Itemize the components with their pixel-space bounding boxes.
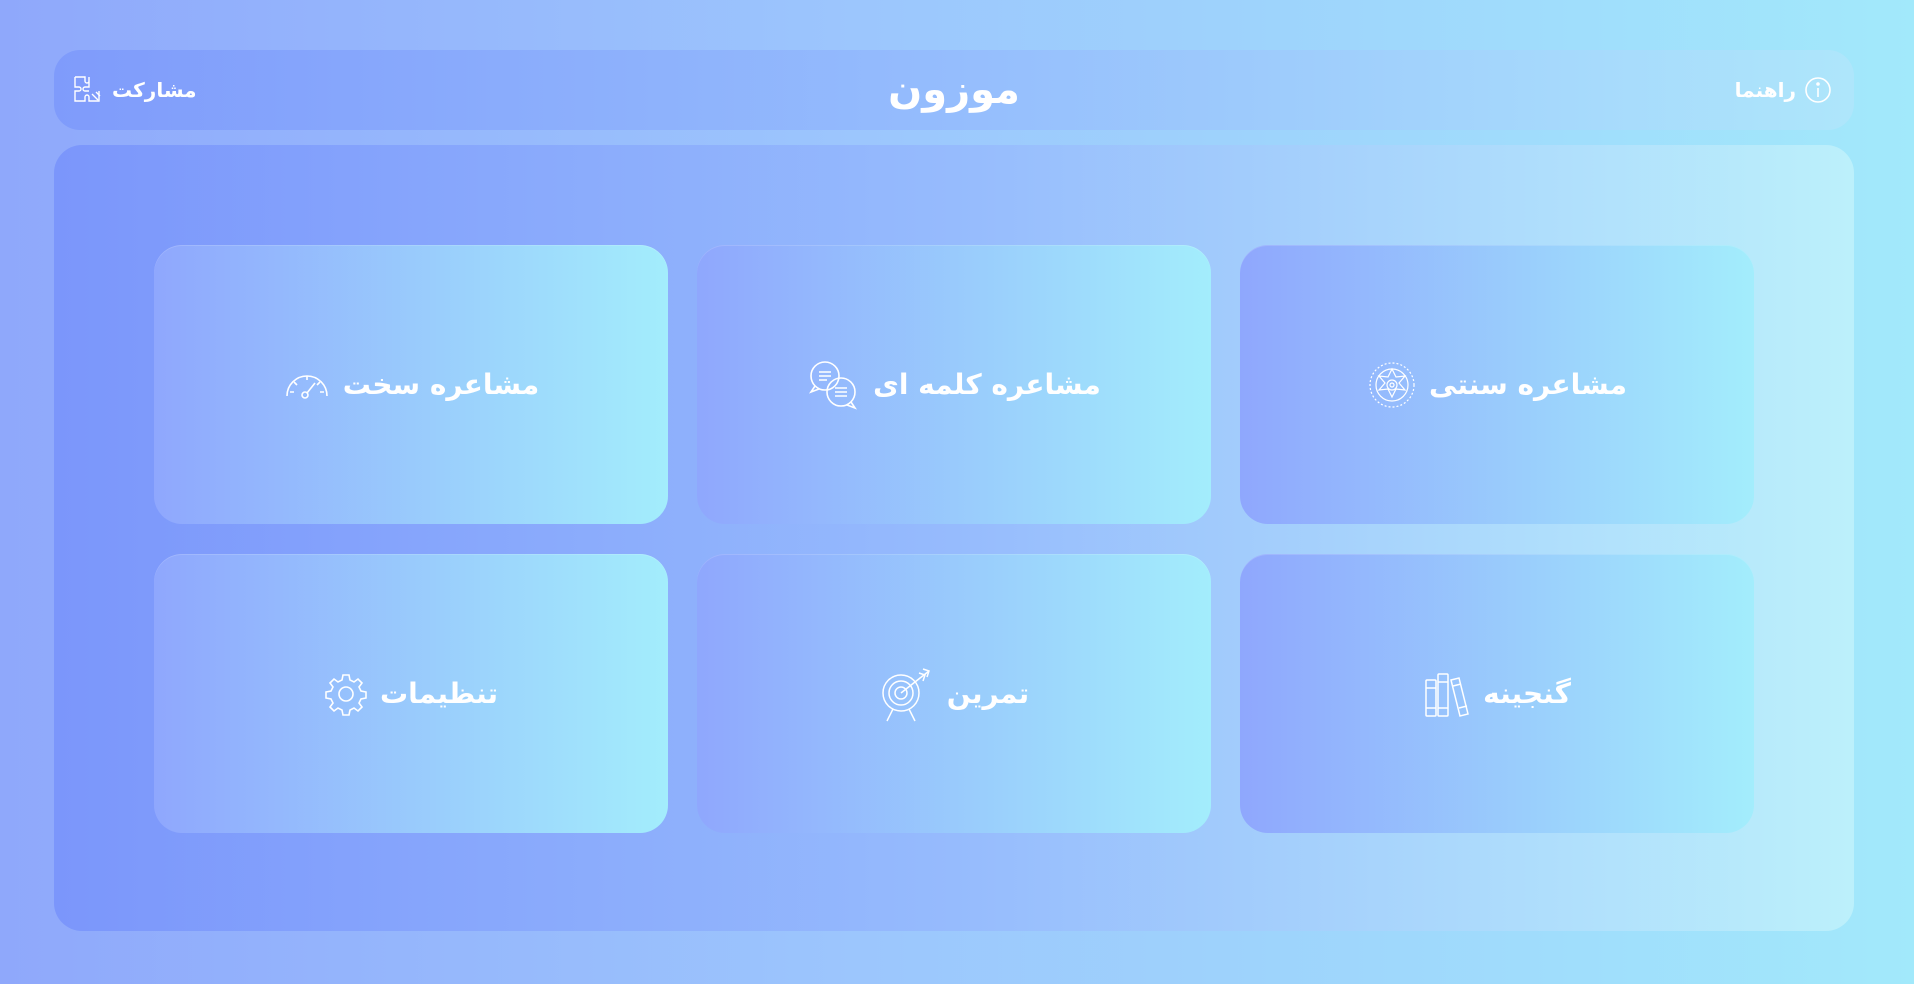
app-header: مشارکت موزون راهنما bbox=[54, 50, 1854, 130]
card-label: گنجینه bbox=[1483, 677, 1571, 710]
main-panel: مشاعره سخت مشاعره کلمه ای مشاعره سنتی تن… bbox=[54, 145, 1854, 931]
info-icon bbox=[1804, 76, 1832, 104]
help-label: راهنما bbox=[1734, 78, 1796, 102]
card-treasury[interactable]: گنجینه bbox=[1240, 554, 1754, 833]
card-word-mushaere[interactable]: مشاعره کلمه ای bbox=[697, 245, 1211, 524]
card-label: تنظیمات bbox=[379, 677, 499, 710]
card-hard-mushaere[interactable]: مشاعره سخت bbox=[154, 245, 668, 524]
card-practice[interactable]: تمرین bbox=[697, 554, 1211, 833]
books-icon bbox=[1423, 670, 1471, 718]
card-label: مشاعره سخت bbox=[342, 368, 540, 401]
gear-icon bbox=[324, 672, 368, 716]
speedometer-icon bbox=[283, 368, 331, 402]
ornament-icon bbox=[1367, 360, 1417, 410]
target-icon bbox=[879, 665, 935, 723]
menu-grid: مشاعره سخت مشاعره کلمه ای مشاعره سنتی تن… bbox=[154, 245, 1754, 833]
card-traditional-mushaere[interactable]: مشاعره سنتی bbox=[1240, 245, 1754, 524]
chat-bubbles-icon bbox=[807, 358, 861, 412]
help-button[interactable]: راهنما bbox=[1735, 50, 1832, 130]
card-label: تمرین bbox=[946, 677, 1030, 710]
card-settings[interactable]: تنظیمات bbox=[154, 554, 668, 833]
card-label: مشاعره سنتی bbox=[1429, 368, 1627, 401]
card-label: مشاعره کلمه ای bbox=[873, 368, 1101, 401]
app-title: موزون bbox=[888, 67, 1020, 113]
